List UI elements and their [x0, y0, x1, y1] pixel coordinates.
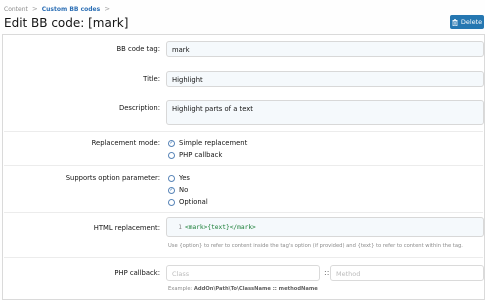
radio-circle-icon	[168, 151, 175, 159]
checked-radio-icon: ✓	[168, 139, 175, 147]
php-callback-method-input[interactable]: Method	[330, 265, 484, 281]
form-container: BB code tag: mark Title: Highlight Descr…	[2, 34, 485, 300]
description-textarea[interactable]: Highlight parts of a text	[166, 100, 484, 125]
radio-yes[interactable]: Yes	[168, 174, 190, 182]
php-callback-label: PHP callback:	[114, 269, 160, 277]
divider	[4, 257, 483, 258]
breadcrumb-custom-bb-codes[interactable]: Custom BB codes	[42, 6, 100, 13]
html-replacement-editor[interactable]: 1 <mark>{text}</mark>	[166, 217, 484, 237]
radio-label: Optional	[179, 198, 208, 206]
bb-code-tag-label: BB code tag:	[116, 45, 160, 53]
trash-icon	[452, 18, 458, 26]
radio-simple-replacement[interactable]: ✓ Simple replacement	[168, 139, 247, 147]
description-label: Description:	[118, 104, 160, 112]
bb-code-tag-input[interactable]: mark	[166, 41, 484, 57]
supports-option-label: Supports option parameter:	[65, 174, 160, 182]
title-label: Title:	[143, 75, 160, 83]
php-callback-example: Example: AddOn\Path\To\ClassName :: meth…	[168, 286, 318, 292]
radio-label: Yes	[179, 174, 190, 182]
divider	[4, 131, 483, 132]
radio-optional[interactable]: Optional	[168, 198, 208, 206]
title-input[interactable]: Highlight	[166, 71, 484, 87]
radio-label: Simple replacement	[179, 139, 248, 147]
radio-circle-icon	[168, 174, 175, 182]
php-callback-class-input[interactable]: Class	[166, 265, 320, 281]
radio-no[interactable]: ✓ No	[168, 186, 188, 194]
edit-bb-code-form: BB code tag: mark Title: Highlight Descr…	[3, 35, 484, 299]
checked-radio-icon: ✓	[168, 186, 175, 194]
breadcrumb-content[interactable]: Content	[4, 6, 28, 13]
radio-label: PHP callback	[179, 151, 223, 159]
code-text: <mark>{text}</mark>	[185, 223, 256, 231]
divider	[4, 165, 483, 166]
replacement-mode-label: Replacement mode:	[91, 139, 160, 147]
html-replacement-label: HTML replacement:	[93, 224, 160, 232]
delete-button-label: Delete	[460, 18, 483, 26]
breadcrumb-separator: >	[31, 5, 38, 13]
page: Content > Custom BB codes > Edit BB code…	[0, 0, 485, 300]
html-replacement-help: Use {option} to refer to content inside …	[168, 243, 463, 249]
breadcrumb-separator: >	[104, 5, 111, 13]
page-title: Edit BB code: [mark]	[4, 16, 129, 30]
breadcrumb: Content > Custom BB codes >	[4, 5, 114, 13]
delete-button[interactable]: Delete	[450, 15, 484, 29]
line-number: 1	[178, 223, 182, 231]
example-value: AddOn\Path\To\ClassName :: methodName	[193, 286, 318, 292]
callback-separator: ::	[324, 268, 330, 277]
radio-php-callback[interactable]: PHP callback	[168, 151, 222, 159]
divider	[4, 212, 483, 213]
radio-circle-icon	[168, 198, 175, 206]
radio-label: No	[179, 186, 189, 194]
example-prefix: Example:	[168, 286, 194, 292]
